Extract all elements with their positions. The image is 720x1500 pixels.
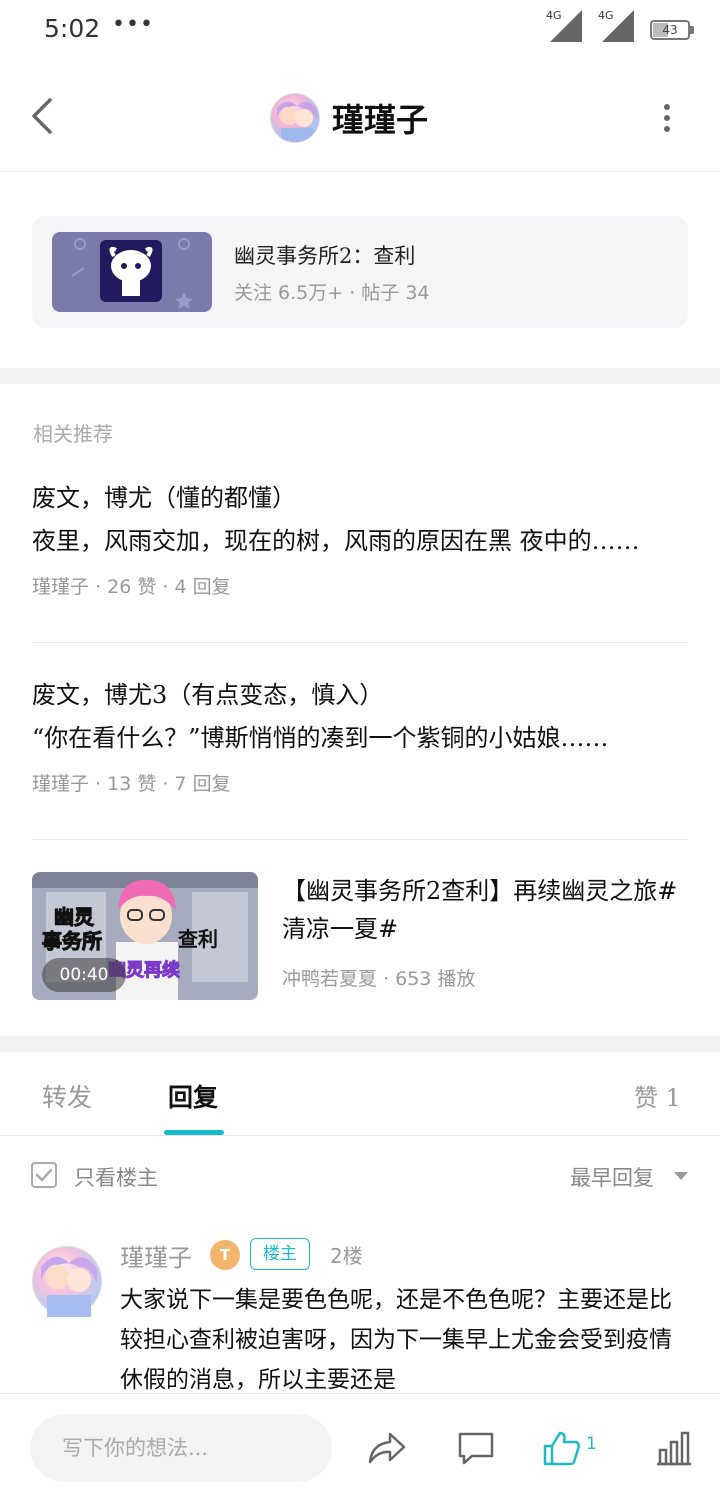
- more-vertical-icon: [664, 104, 670, 132]
- only-owner-label[interactable]: 只看楼主: [74, 1162, 158, 1192]
- recommendation-item[interactable]: 废文，博尤（懂的都懂） 夜里，风雨交加，现在的树，风雨的原因在黑 夜中的…… 瑾…: [32, 478, 688, 599]
- only-owner-checkbox[interactable]: [31, 1162, 57, 1188]
- svg-text:事务所: 事务所: [42, 929, 102, 953]
- signal-icon: 4G: [546, 9, 582, 42]
- comment-author[interactable]: 瑾瑾子: [120, 1238, 192, 1273]
- notification-dots: •••: [112, 12, 154, 37]
- video-meta: 冲鸭若夏夏 · 653 播放: [282, 968, 476, 990]
- recommendations-header: 相关推荐: [33, 422, 113, 446]
- avatar[interactable]: [270, 93, 320, 143]
- active-tab-indicator: [164, 1130, 224, 1135]
- forum-meta: 关注 6.5万+ · 帖子 34: [234, 282, 430, 304]
- comment-body: 大家说下一集是要色色呢，还是不色色呢？主要还是比较担心查利被迫害呀，因为下一集早…: [120, 1287, 672, 1393]
- comment-input[interactable]: [30, 1414, 332, 1482]
- recommendation-title: 废文，博尤（懂的都懂）: [32, 484, 296, 512]
- forum-thumbnail: [52, 232, 212, 312]
- divider: [32, 642, 688, 643]
- recommendation-excerpt: “你在看什么？”博斯悄悄的凑到一个紫铜的小姑娘……: [32, 724, 609, 752]
- stats-icon[interactable]: [654, 1430, 694, 1466]
- reply-filter-row: 只看楼主 最早回复: [0, 1136, 720, 1216]
- more-button[interactable]: [650, 98, 684, 138]
- author-info[interactable]: 瑾瑾子: [270, 90, 428, 146]
- chevron-left-icon: [32, 98, 52, 134]
- owner-badge: 楼主: [250, 1238, 310, 1270]
- comment-icon[interactable]: [456, 1430, 496, 1466]
- recommendation-meta: 瑾瑾子 · 13 赞 · 7 回复: [32, 773, 231, 795]
- section-divider: [0, 1036, 720, 1052]
- recommendation-title: 废文，博尤3（有点变态，慎入）: [32, 681, 384, 709]
- section-divider: [0, 368, 720, 384]
- floor-number: 2楼: [330, 1244, 363, 1268]
- divider: [32, 839, 688, 840]
- interaction-tabs: 转发 回复 赞 1: [0, 1052, 720, 1136]
- tab-forward[interactable]: 转发: [42, 1078, 92, 1114]
- like-count: 1: [586, 1434, 597, 1454]
- battery-cap: [690, 26, 694, 34]
- bottom-action-bar: 1: [0, 1393, 720, 1500]
- like-icon[interactable]: [542, 1430, 582, 1466]
- video-duration: 00:40: [42, 958, 126, 992]
- video-thumbnail[interactable]: 幽灵 事务所 查利 幽灵再续 00:40: [32, 872, 258, 1000]
- svg-text:幽灵: 幽灵: [54, 905, 95, 929]
- recommendation-item[interactable]: 废文，博尤3（有点变态，慎入） “你在看什么？”博斯悄悄的凑到一个紫铜的小姑娘……: [32, 675, 688, 796]
- battery-icon: 43: [650, 20, 690, 40]
- comment-item: 瑾瑾子 T 楼主 2楼 大家说下一集是要色色呢，还是不色色呢？主要还是比较担心查…: [0, 1228, 720, 1394]
- caret-down-icon[interactable]: [674, 1172, 688, 1180]
- recommendation-excerpt: 夜里，风雨交加，现在的树，风雨的原因在黑 夜中的……: [32, 527, 640, 555]
- page-header: 瑾瑾子: [0, 64, 720, 172]
- tab-reply[interactable]: 回复: [168, 1078, 218, 1114]
- video-recommendation[interactable]: 幽灵 事务所 查利 幽灵再续 00:40 【幽灵事务所2查利】再续幽灵之旅#清凉…: [32, 872, 688, 1000]
- status-time: 5:02: [44, 14, 101, 43]
- check-icon: [35, 1168, 53, 1182]
- level-badge: T: [210, 1240, 240, 1270]
- avatar[interactable]: [32, 1246, 102, 1317]
- recommendation-meta: 瑾瑾子 · 26 赞 · 4 回复: [32, 576, 231, 598]
- svg-text:查利: 查利: [178, 927, 218, 951]
- back-button[interactable]: [28, 94, 60, 138]
- sort-dropdown[interactable]: 最早回复: [570, 1162, 654, 1192]
- forum-card[interactable]: 幽灵事务所2：查利 关注 6.5万+ · 帖子 34: [32, 216, 688, 328]
- forum-title: 幽灵事务所2：查利: [234, 244, 416, 268]
- signal-icon: 4G: [598, 9, 634, 42]
- author-name[interactable]: 瑾瑾子: [332, 95, 428, 141]
- video-title: 【幽灵事务所2查利】再续幽灵之旅#清凉一夏#: [282, 877, 678, 943]
- tab-likes[interactable]: 赞 1: [634, 1078, 681, 1113]
- status-bar: 5:02 ••• 4G 4G 43: [0, 0, 720, 64]
- share-icon[interactable]: [366, 1430, 406, 1466]
